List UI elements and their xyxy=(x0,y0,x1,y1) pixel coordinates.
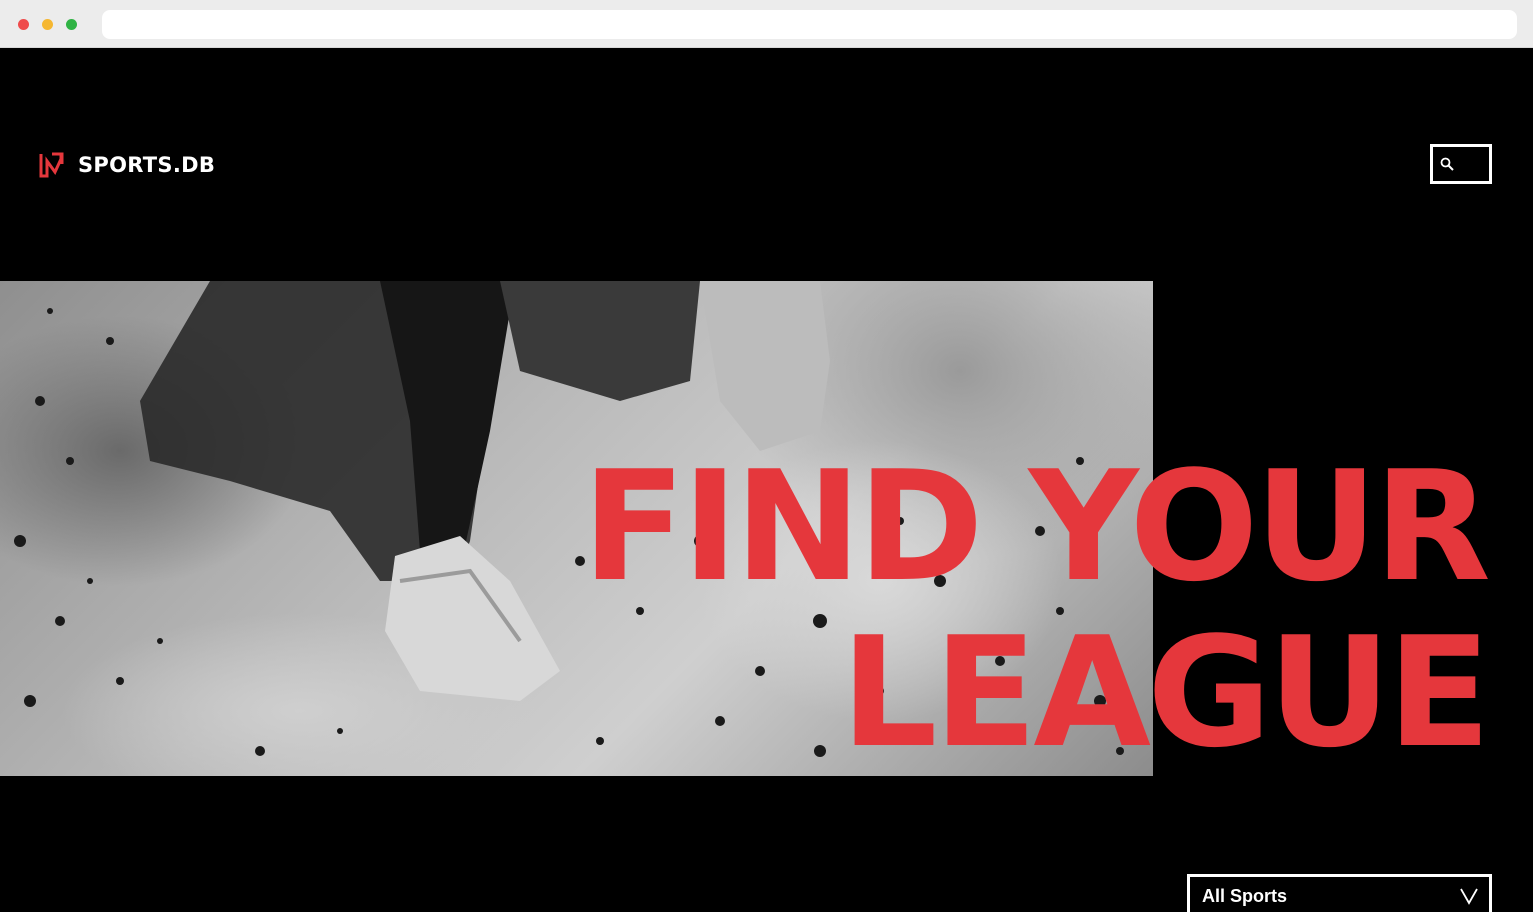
search-input[interactable] xyxy=(1430,144,1492,184)
window-minimize-button[interactable] xyxy=(42,19,53,30)
brand-logo[interactable]: SPORTS.DB xyxy=(38,150,215,180)
address-bar[interactable] xyxy=(102,10,1517,39)
headline-line-2: LEAGUE xyxy=(840,604,1491,781)
page: SPORTS.DB FIND YOUR LEAGUE All Sports xyxy=(0,48,1533,912)
headline-line-1: FIND YOUR xyxy=(581,438,1491,615)
chevron-down-icon xyxy=(1460,888,1478,905)
logo-icon xyxy=(39,152,64,178)
search-icon xyxy=(1440,157,1454,171)
brand-name: SPORTS.DB xyxy=(78,153,216,177)
sport-filter-select[interactable]: All Sports xyxy=(1187,874,1492,912)
sport-filter-value: All Sports xyxy=(1202,886,1288,906)
window-close-button[interactable] xyxy=(18,19,29,30)
hero-headline: FIND YOUR LEAGUE xyxy=(581,438,1491,781)
browser-chrome xyxy=(0,0,1533,48)
window-maximize-button[interactable] xyxy=(66,19,77,30)
